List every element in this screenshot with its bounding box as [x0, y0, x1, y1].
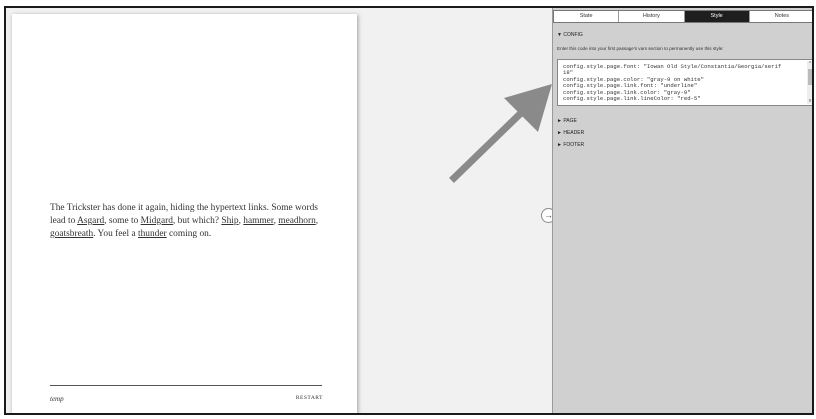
link-goatsbreath[interactable]: goatsbreath [50, 229, 93, 239]
scroll-thumb[interactable] [808, 69, 812, 85]
header-section-toggle[interactable]: ► HEADER [557, 130, 584, 136]
panel-tabs: State History Style Notes [553, 10, 812, 23]
restart-link[interactable]: RESTART [296, 395, 323, 401]
code-line: config.style.page.link.lineColor: "red-5… [563, 96, 701, 103]
link-ship[interactable]: Ship [221, 216, 238, 226]
footer-passage-name: temp [50, 395, 64, 403]
link-midgard[interactable]: Midgard [141, 216, 173, 226]
config-code-textarea[interactable]: config.style.page.font: "Iowan Old Style… [557, 59, 812, 106]
pointer-arrow-icon [449, 84, 552, 183]
config-description: Enter this code into your first passage'… [557, 46, 724, 51]
app-frame: The Trickster has done it again, hiding … [4, 6, 814, 415]
config-section-toggle[interactable]: ▼ CONFIG [557, 32, 583, 38]
footer-section-toggle[interactable]: ► FOOTER [557, 142, 584, 148]
story-text-segment: , [315, 216, 319, 226]
story-text-segment: coming on. [166, 229, 212, 239]
link-thunder[interactable]: thunder [138, 229, 167, 239]
link-hammer[interactable]: hammer [243, 216, 273, 226]
tab-history[interactable]: History [619, 11, 685, 22]
footer-divider [50, 385, 322, 386]
page-section-toggle[interactable]: ► PAGE [557, 118, 577, 124]
story-text-segment: , some to [104, 216, 141, 226]
story-page: The Trickster has done it again, hiding … [12, 14, 357, 413]
code-line: config.style.page.font: "Iowan Old Style… [563, 64, 782, 70]
story-text-segment: . You feel a [93, 229, 139, 239]
scroll-up-icon[interactable]: ^ [807, 61, 812, 67]
story-text: The Trickster has done it again, hiding … [50, 202, 325, 241]
link-asgard[interactable]: Asgard [77, 216, 104, 226]
story-text-segment: , but which? [172, 216, 222, 226]
tab-style[interactable]: Style [684, 11, 750, 22]
scroll-down-icon[interactable]: v [807, 98, 812, 104]
debug-panel: State History Style Notes ▼ CONFIG Enter… [552, 8, 812, 413]
tab-notes[interactable]: Notes [749, 11, 812, 22]
tab-state[interactable]: State [554, 11, 620, 22]
code-scrollbar[interactable]: ^ v [807, 61, 812, 104]
link-meadhorn[interactable]: meadhorn [278, 216, 316, 226]
